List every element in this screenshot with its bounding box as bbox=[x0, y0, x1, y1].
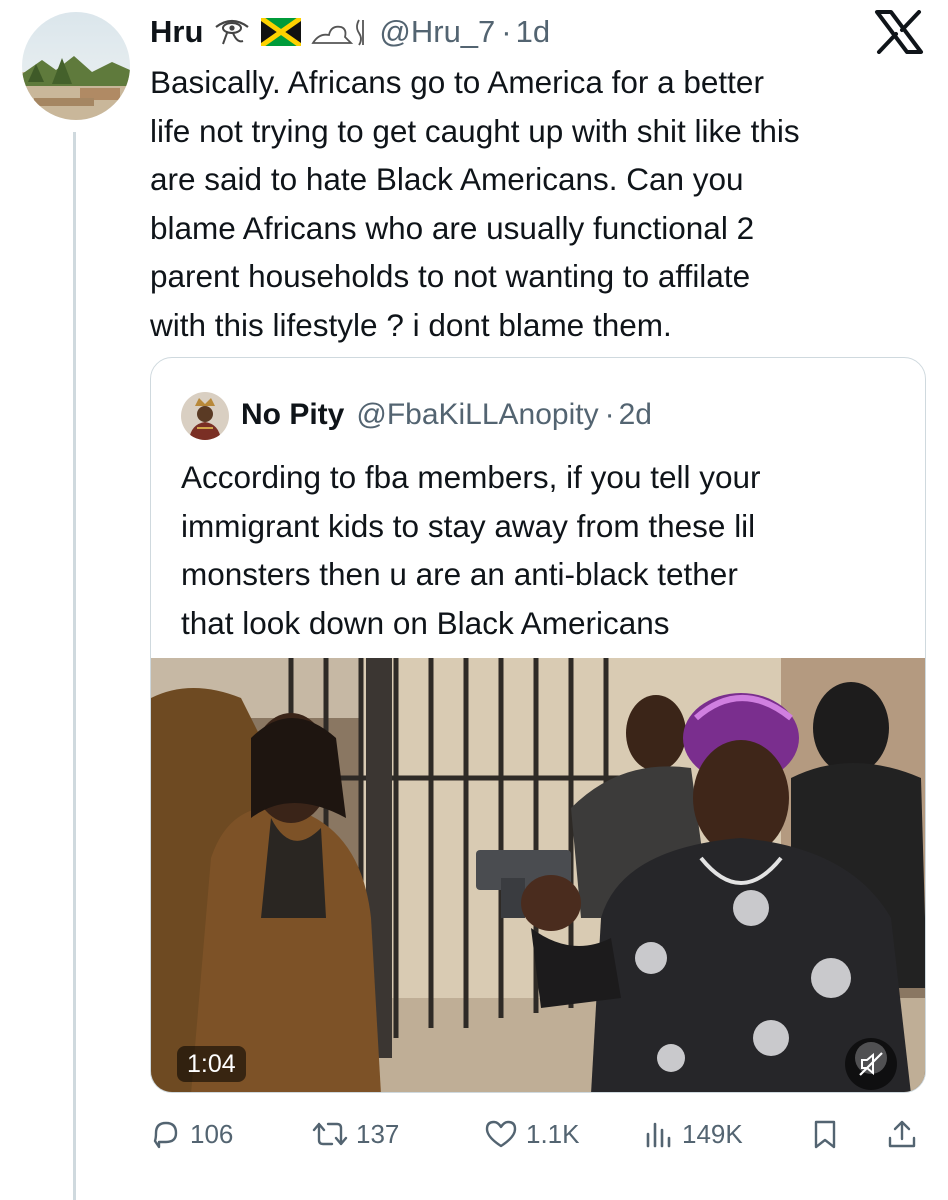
lion-hieroglyph-icon bbox=[311, 19, 365, 46]
quoted-author-name[interactable]: No Pity bbox=[241, 398, 344, 432]
quoted-author-handle[interactable]: @FbaKiLLAnopity bbox=[356, 398, 598, 432]
repost-count: 137 bbox=[356, 1118, 400, 1149]
author-handle[interactable]: @Hru_7 bbox=[379, 14, 495, 50]
tweet-time[interactable]: 1d bbox=[516, 14, 550, 50]
meta-separator: · bbox=[501, 14, 512, 49]
author-badges bbox=[213, 17, 371, 47]
mute-icon bbox=[859, 1052, 883, 1076]
bookmark-button[interactable] bbox=[810, 1112, 840, 1156]
quoted-time[interactable]: 2d bbox=[619, 398, 652, 432]
reply-button[interactable]: 106 bbox=[150, 1112, 233, 1156]
views-button[interactable]: 149K bbox=[644, 1112, 743, 1156]
share-icon bbox=[888, 1120, 916, 1148]
quoted-tweet[interactable]: No Pity @FbaKiLLAnopity · 2d According t… bbox=[150, 357, 926, 1093]
quoted-header: No Pity @FbaKiLLAnopity · 2d bbox=[241, 394, 652, 436]
jamaica-flag-icon bbox=[261, 18, 302, 46]
video-duration: 1:04 bbox=[177, 1046, 246, 1082]
tweet-header: Hru @Hru_7 · 1d bbox=[150, 12, 550, 52]
like-button[interactable]: 1.1K bbox=[484, 1112, 580, 1156]
thread-line bbox=[73, 132, 76, 1200]
repost-icon bbox=[312, 1122, 348, 1146]
x-logo-icon bbox=[875, 10, 923, 54]
like-count: 1.1K bbox=[526, 1118, 580, 1149]
quoted-author-avatar[interactable] bbox=[181, 392, 229, 440]
like-icon bbox=[485, 1120, 517, 1148]
views-icon bbox=[646, 1122, 671, 1148]
eye-of-horus-icon bbox=[215, 19, 250, 45]
quoted-meta-separator: · bbox=[604, 398, 615, 431]
tweet-text: Basically. Africans go to America for a … bbox=[150, 64, 800, 343]
author-name[interactable]: Hru bbox=[150, 14, 203, 50]
video-frame bbox=[151, 658, 925, 1092]
views-count: 149K bbox=[682, 1118, 743, 1149]
video-player[interactable]: 1:04 bbox=[151, 658, 925, 1092]
author-avatar[interactable] bbox=[22, 12, 130, 120]
quoted-text: According to fba members, if you tell yo… bbox=[181, 459, 761, 641]
repost-button[interactable]: 137 bbox=[312, 1112, 399, 1156]
bookmark-icon bbox=[814, 1120, 836, 1149]
share-button[interactable] bbox=[886, 1112, 918, 1156]
reply-count: 106 bbox=[190, 1118, 234, 1149]
action-bar: 106 137 1.1K 149K bbox=[150, 1112, 926, 1156]
mute-button[interactable] bbox=[845, 1038, 897, 1090]
reply-icon bbox=[153, 1121, 178, 1149]
